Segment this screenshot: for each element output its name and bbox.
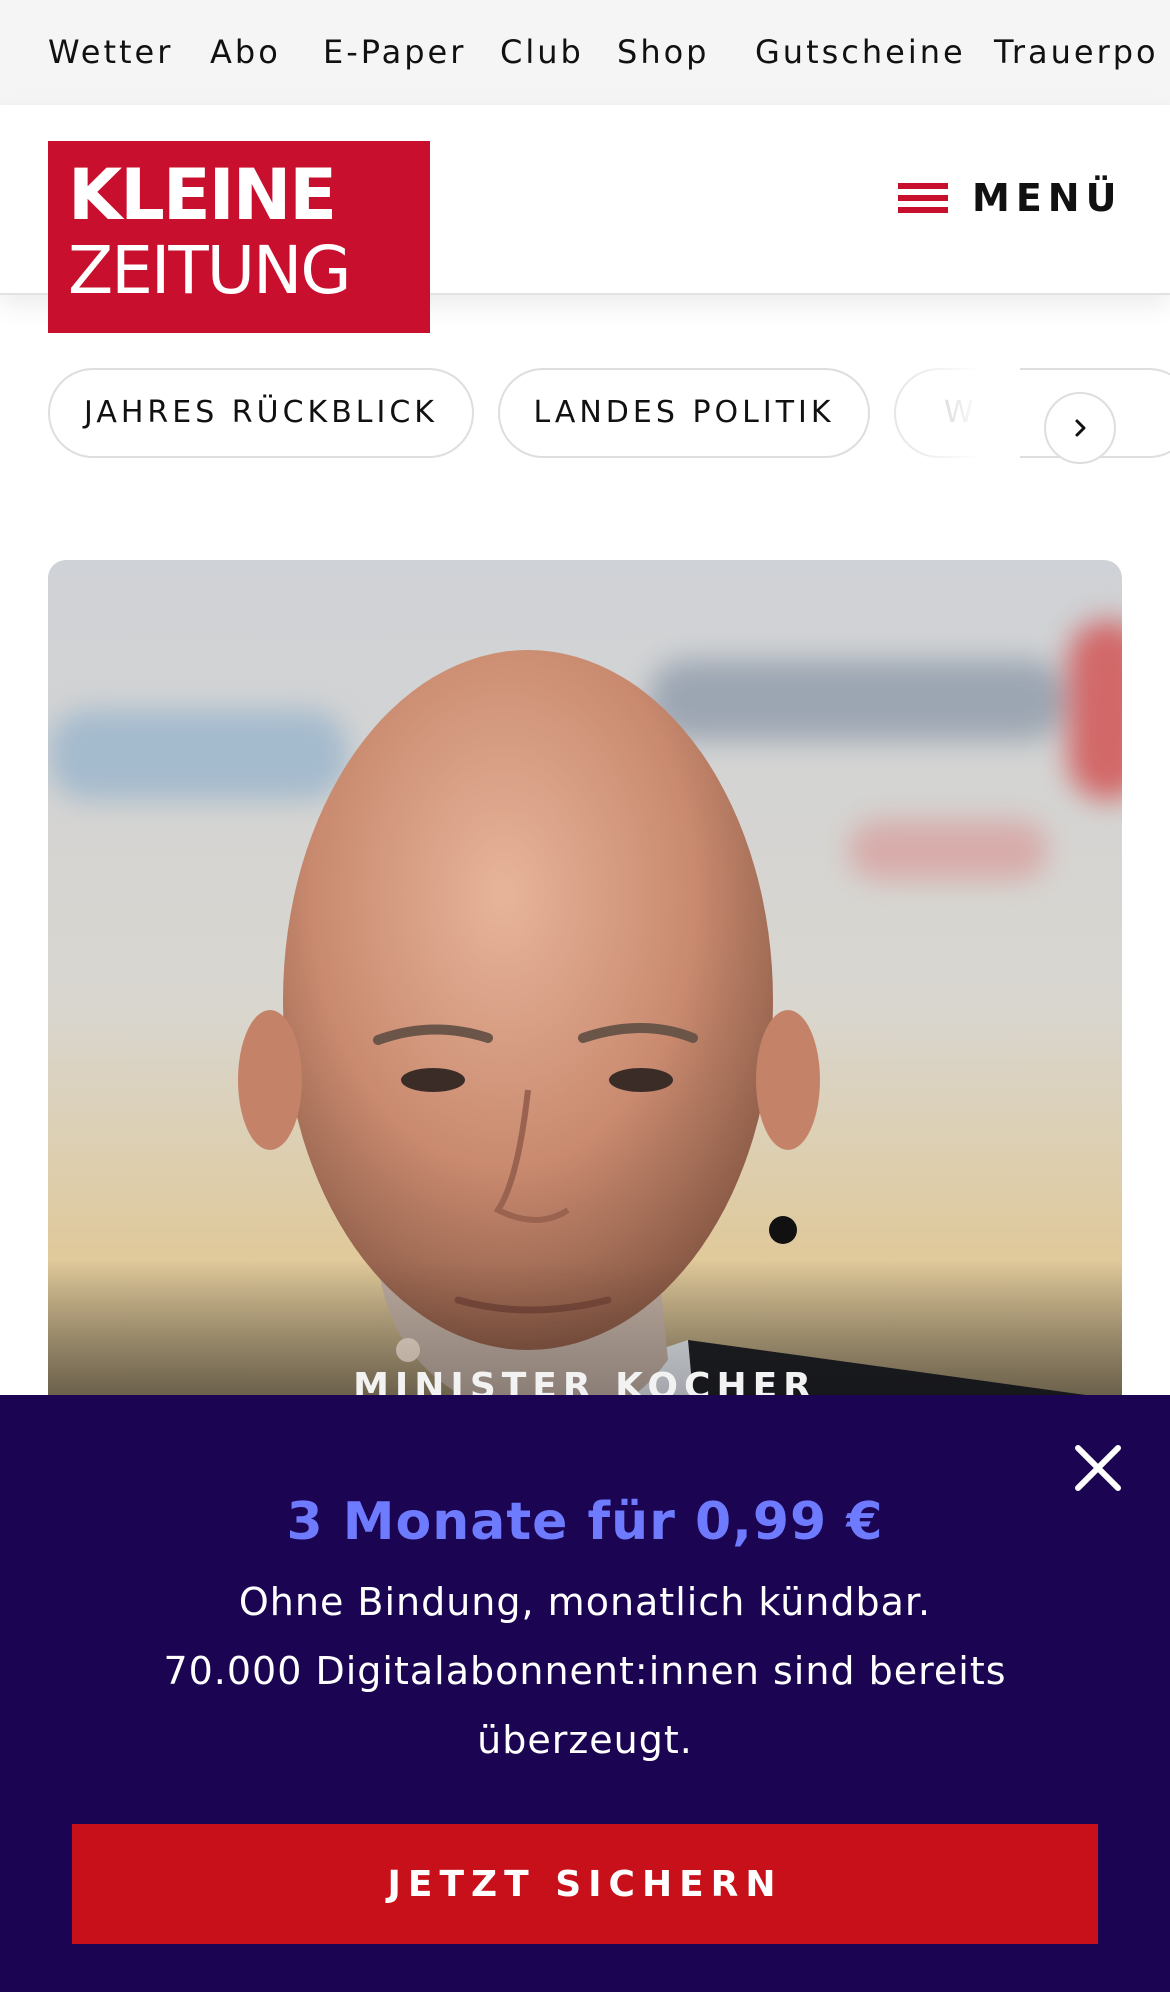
chip-jahresrueckblick[interactable]: JAHRES RÜCKBLICK [48, 368, 474, 458]
promo-title: 3 Monate für 0,99 € [286, 1492, 884, 1552]
topbar-link-wetter[interactable]: Wetter [48, 32, 173, 72]
close-icon [1075, 1445, 1121, 1491]
topbar-link-shop[interactable]: Shop [617, 32, 709, 72]
hamburger-icon [898, 179, 948, 217]
menu-label: MENÜ [972, 176, 1123, 220]
site-logo[interactable]: KLEINE ZEITUNG [48, 141, 430, 333]
promo-text-line-2: 70.000 Digitalabonnent:innen sind bereit… [163, 1649, 1007, 1693]
topic-chips: JAHRES RÜCKBLICK LANDES POLITIK WE [0, 368, 1170, 460]
topbar-link-gutscheine[interactable]: Gutscheine [755, 32, 966, 72]
chevron-right-icon [1075, 419, 1086, 437]
topbar-link-abo[interactable]: Abo [210, 32, 281, 72]
promo-text-line-1: Ohne Bindung, monatlich kündbar. [238, 1580, 932, 1624]
topbar-link-club[interactable]: Club [500, 32, 584, 72]
chips-scroll-next-button[interactable] [1044, 392, 1116, 464]
chips-fade [890, 368, 1020, 460]
chip-landespolitik[interactable]: LANDES POLITIK [498, 368, 870, 458]
logo-line-2: ZEITUNG [68, 232, 352, 309]
topbar-link-epaper[interactable]: E-Paper [323, 32, 466, 72]
subscribe-button[interactable]: JETZT SICHERN [72, 1824, 1098, 1944]
service-bar: Wetter Abo E-Paper Club Shop Gutscheine … [0, 0, 1170, 105]
close-overlay-button[interactable] [1070, 1440, 1126, 1496]
promo-text-line-3: überzeugt. [477, 1718, 693, 1762]
menu-button[interactable]: MENÜ [898, 168, 1128, 228]
topbar-link-trauer[interactable]: Trauerpo [994, 32, 1159, 72]
logo-line-1: KLEINE [68, 154, 337, 236]
